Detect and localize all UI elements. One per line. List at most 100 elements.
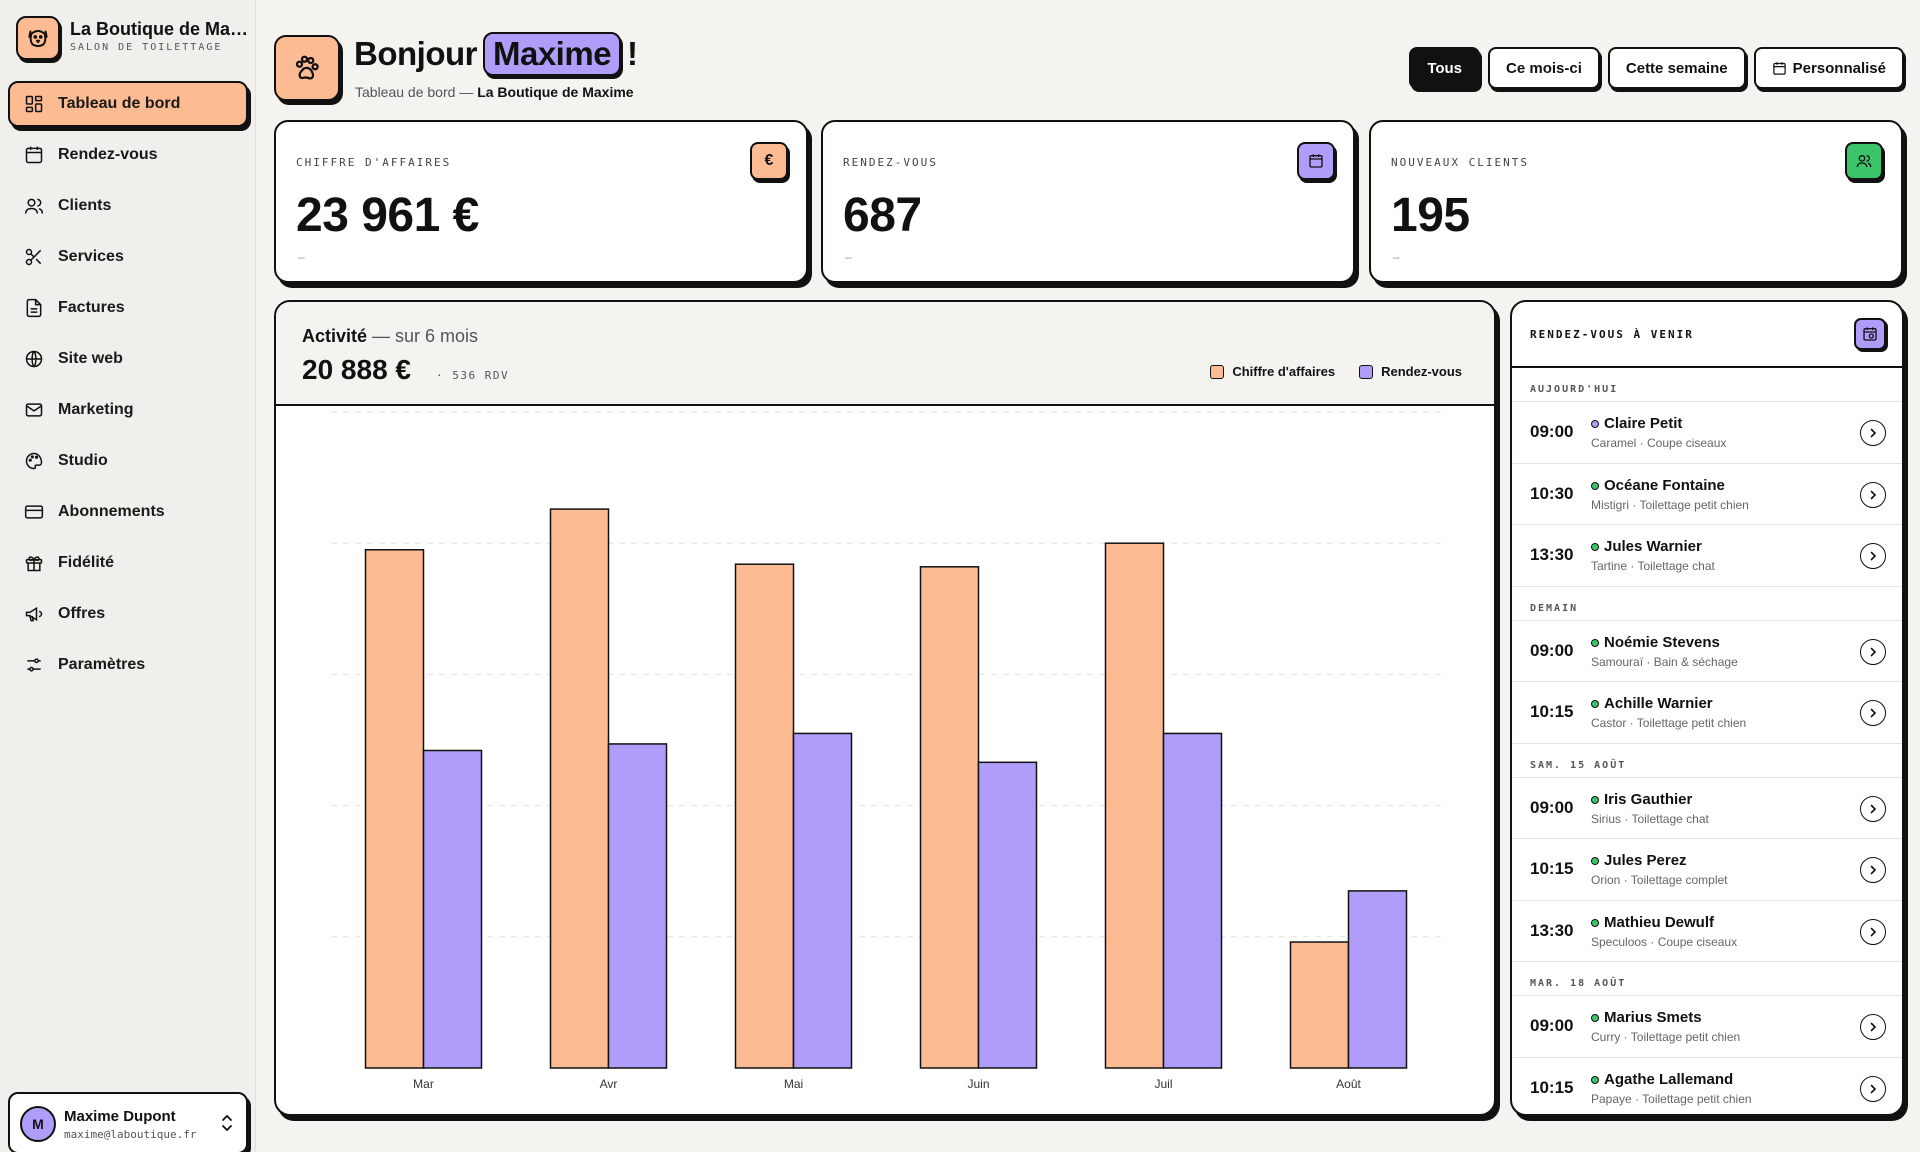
appointment-row[interactable]: 10:15 Jules Perez Orion · Toilettage compl… [1512, 839, 1902, 901]
bar-appointments[interactable] [607, 743, 668, 1069]
chevron-right-icon[interactable] [1860, 1014, 1886, 1040]
chevron-right-icon[interactable] [1860, 481, 1886, 508]
brand[interactable]: La Boutique de Maxime SALON DE TOILETTAG… [16, 14, 250, 62]
chevron-right-icon[interactable] [1860, 795, 1886, 822]
appointment-client: Claire Petit [1604, 415, 1683, 432]
appointment-detail: Curry · Toilettage petit chien [1591, 1030, 1741, 1044]
bar-revenue[interactable] [364, 549, 425, 1069]
bar-revenue[interactable] [549, 508, 610, 1069]
appointment-client: Jules Perez [1604, 852, 1687, 869]
sidebar-item-invoices[interactable]: Factures [8, 285, 248, 331]
bar-revenue[interactable] [1104, 542, 1165, 1069]
sidebar-item-label: Factures [58, 299, 125, 316]
activity-bar-chart: Mar Avr Mai Juin Juil Août [331, 411, 1441, 1091]
bar-revenue[interactable] [919, 566, 980, 1069]
appointment-client: Noémie Stevens [1604, 633, 1720, 651]
appointment-detail: Caramel · Coupe ciseaux [1591, 436, 1727, 450]
appointment-time: 10:30 [1530, 483, 1574, 503]
dog-logo-icon [16, 16, 60, 60]
filter-custom-button[interactable]: Personnalisé [1753, 47, 1904, 89]
appointment-client: Achille Warnier [1604, 695, 1713, 712]
status-dot [1591, 1075, 1599, 1084]
sidebar-item-services[interactable]: Services [8, 234, 248, 280]
user-email: maxime@laboutique.fr [64, 1128, 197, 1141]
appointment-row[interactable]: 10:15 Achille Warnier Castor · Toilettage … [1512, 682, 1902, 744]
sidebar-item-label: Site web [58, 350, 123, 367]
filter-month-button[interactable]: Ce mois-ci [1488, 47, 1600, 89]
filter-all-button[interactable]: Tous [1409, 47, 1481, 89]
megaphone-icon [25, 606, 43, 622]
chevron-right-icon[interactable] [1860, 857, 1886, 883]
sidebar-item-studio[interactable]: Studio [8, 438, 248, 484]
x-tick-label: Mai [784, 1077, 803, 1091]
user-name: Maxime Dupont [64, 1108, 176, 1125]
bar-appointments[interactable] [422, 749, 483, 1069]
calendar-clock-icon[interactable] [1854, 318, 1886, 350]
bar-appointments[interactable] [1162, 732, 1223, 1069]
chevron-right-icon[interactable] [1860, 700, 1886, 726]
sidebar-item-clients[interactable]: Clients [8, 183, 248, 229]
appointment-row[interactable]: 09:00 Marius Smets Curry · Toilettage peti… [1512, 996, 1902, 1058]
activity-chart-panel: Activité — sur 6 mois 20 888 € · 536 RDV… [274, 300, 1496, 1116]
bar-appointments[interactable] [977, 761, 1038, 1069]
filter-week-button[interactable]: Cette semaine [1607, 47, 1746, 89]
appointment-client: Océane Fontaine [1604, 476, 1725, 494]
appointment-row[interactable]: 09:00 Noémie Stevens Samouraï · Bain & séc… [1512, 621, 1902, 682]
sidebar-item-loyalty[interactable]: Fidélité [8, 540, 248, 586]
sidebar-item-label: Tableau de bord [58, 95, 181, 112]
sidebar-item-settings[interactable]: Paramètres [8, 642, 248, 688]
x-tick-label: Juil [1154, 1077, 1172, 1091]
brand-subtitle: SALON DE TOILETTAGE [70, 42, 223, 53]
chevron-right-icon[interactable] [1860, 1075, 1886, 1102]
appointment-client: Jules Warnier [1604, 538, 1702, 555]
sidebar-item-dashboard[interactable]: Tableau de bord [8, 81, 248, 127]
sidebar-item-label: Fidélité [58, 554, 115, 571]
calendar-icon [1297, 142, 1335, 180]
breadcrumb-root[interactable]: Tableau de bord — [355, 84, 477, 100]
stat-label: CHIFFRE D'AFFAIRES [296, 156, 452, 169]
bar-appointments[interactable] [792, 732, 853, 1069]
users-icon [24, 198, 44, 214]
sidebar-item-appointments[interactable]: Rendez-vous [8, 132, 248, 178]
appointment-time: 10:15 [1530, 859, 1574, 878]
appointment-row[interactable]: 09:00 Claire Petit Caramel · Coupe ciseaux [1512, 402, 1902, 464]
mail-icon [25, 403, 43, 417]
appointment-client: Iris Gauthier [1604, 790, 1693, 808]
bar-appointments[interactable] [1347, 890, 1408, 1069]
bar-revenue[interactable] [1289, 941, 1350, 1069]
appointment-time: 09:00 [1530, 797, 1574, 817]
chevron-right-icon[interactable] [1860, 918, 1886, 945]
user-menu[interactable]: M Maxime Dupont maxime@laboutique.fr [8, 1092, 248, 1152]
chevron-right-icon[interactable] [1860, 420, 1886, 446]
status-dot [1591, 700, 1599, 708]
sidebar-item-subscriptions[interactable]: Abonnements [8, 489, 248, 535]
appointment-time: 10:15 [1530, 1077, 1574, 1097]
appointment-group-label: DEMAIN [1512, 587, 1902, 621]
upcoming-title: RENDEZ-VOUS À VENIR [1530, 328, 1694, 341]
appointment-row[interactable]: 10:30 Océane Fontaine Mistigri · Toilettag… [1512, 464, 1902, 525]
greeting: Bonjour Maxime ! [354, 32, 638, 76]
appointment-detail: Castor · Toilettage petit chien [1591, 716, 1747, 730]
x-tick-label: Avr [600, 1077, 618, 1091]
sidebar-item-website[interactable]: Site web [8, 336, 248, 382]
appointment-time: 13:30 [1530, 545, 1574, 564]
appointment-row[interactable]: 13:30 Mathieu Dewulf Speculoos · Coupe cis… [1512, 901, 1902, 962]
appointment-row[interactable]: 09:00 Iris Gauthier Sirius · Toilettage ch… [1512, 778, 1902, 839]
sliders-icon [27, 658, 41, 672]
appointment-row[interactable]: 13:30 Jules Warnier Tartine · Toilettage c… [1512, 525, 1902, 587]
sidebar-item-offers[interactable]: Offres [8, 591, 248, 637]
x-tick-label: Juin [967, 1077, 989, 1091]
stat-card-appointments: RENDEZ-VOUS 687 – [821, 120, 1355, 283]
appointment-client: Agathe Lallemand [1604, 1070, 1734, 1088]
chevron-right-icon[interactable] [1860, 638, 1886, 665]
upcoming-header: RENDEZ-VOUS À VENIR [1512, 302, 1902, 368]
chevron-right-icon[interactable] [1860, 543, 1886, 569]
chevron-up-down-icon [222, 1114, 232, 1132]
bar-revenue[interactable] [734, 563, 795, 1069]
appointment-detail: Speculoos · Coupe ciseaux [1591, 934, 1738, 949]
stat-value: 195 [1391, 189, 1470, 242]
appointment-time: 09:00 [1530, 422, 1574, 441]
appointment-row[interactable]: 10:15 Agathe Lallemand Papaye · Toilettage… [1512, 1058, 1902, 1115]
sidebar-item-marketing[interactable]: Marketing [8, 387, 248, 433]
status-dot [1591, 481, 1599, 490]
